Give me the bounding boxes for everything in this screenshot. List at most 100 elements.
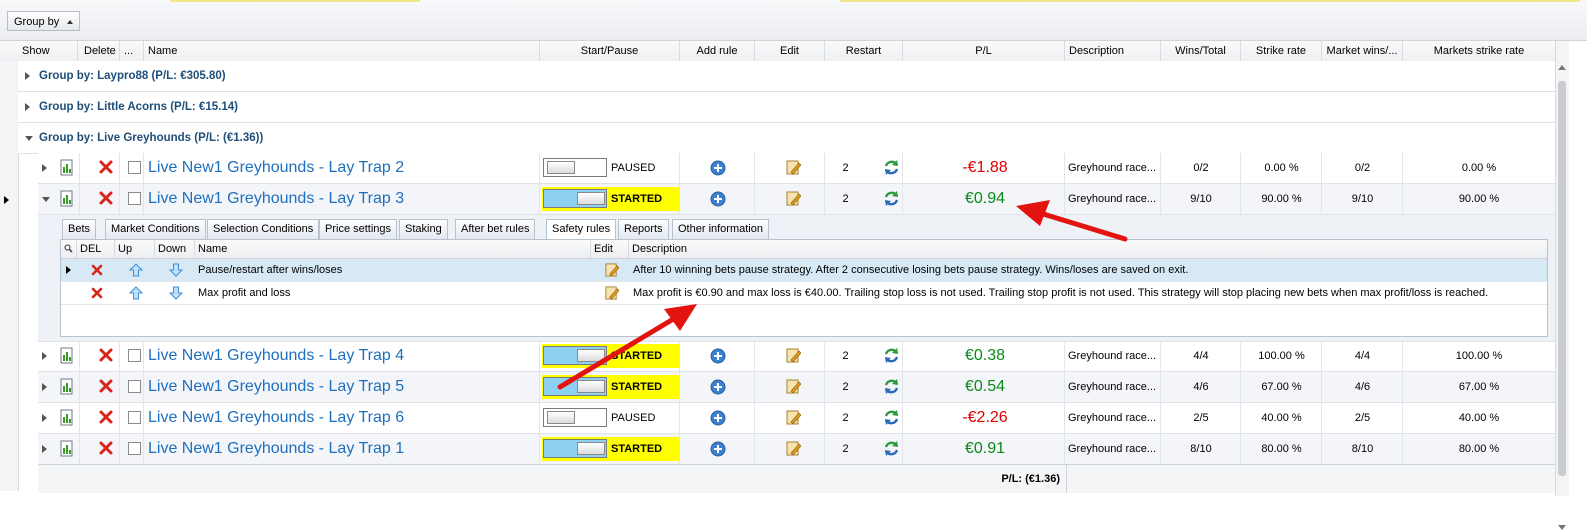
col-show[interactable]: Show [18,41,78,61]
refresh-icon[interactable] [883,409,900,426]
col-description[interactable]: Description [1065,41,1161,61]
edit-pencil-icon[interactable] [604,262,619,278]
tab-safety-rules[interactable]: Safety rules [546,219,617,240]
table-row[interactable]: Live New1 Greyhounds - Lay Trap 2 PAUSED… [38,153,1555,184]
strategy-name-link[interactable]: Live New1 Greyhounds - Lay Trap 1 [148,434,404,464]
col-edit[interactable]: Edit [755,41,825,61]
group-row[interactable]: Group by: Live Greyhounds (P/L: (€1.36)) [18,123,1555,154]
refresh-icon[interactable] [883,347,900,364]
row-checkbox[interactable] [128,349,141,362]
rule-row[interactable]: Max profit and loss Max profit is €0.90 … [61,282,1547,305]
arrow-up-icon[interactable] [129,263,143,277]
report-icon[interactable] [59,378,74,395]
refresh-icon[interactable] [883,440,900,457]
group-row[interactable]: Group by: Little Acorns (P/L: €15.14) [18,92,1555,123]
col-more[interactable]: ... [120,41,144,61]
arrow-down-icon[interactable] [169,263,183,277]
start-pause-toggle[interactable]: STARTED [542,187,680,211]
col-wins-total[interactable]: Wins/Total [1161,41,1241,61]
col-name[interactable]: Name [144,41,540,61]
add-rule-plus-icon[interactable] [710,379,726,395]
edit-pencil-icon[interactable] [785,409,801,426]
col-pl[interactable]: P/L [903,41,1065,61]
toggle-track[interactable] [543,158,607,177]
col-delete[interactable]: Delete [80,41,120,61]
delete-x-icon[interactable] [98,190,114,206]
expand-icon[interactable] [42,164,47,172]
col-up[interactable]: Up [115,240,155,258]
refresh-icon[interactable] [883,378,900,395]
toggle-knob[interactable] [577,349,605,362]
report-icon[interactable] [59,347,74,364]
arrow-down-icon[interactable] [169,286,183,300]
start-pause-toggle[interactable]: STARTED [542,375,680,399]
report-icon[interactable] [59,190,74,207]
expand-icon[interactable] [42,383,47,391]
edit-pencil-icon[interactable] [604,285,619,301]
row-checkbox[interactable] [128,161,141,174]
delete-x-icon[interactable] [98,409,114,425]
delete-x-icon[interactable] [98,440,114,456]
tab-after-bet-rules[interactable]: After bet rules [455,219,536,239]
add-rule-plus-icon[interactable] [710,160,726,176]
tab-reports[interactable]: Reports [618,219,669,239]
strategy-name-link[interactable]: Live New1 Greyhounds - Lay Trap 4 [148,341,404,371]
start-pause-toggle[interactable]: STARTED [542,344,680,368]
expand-icon[interactable] [25,72,30,80]
start-pause-toggle[interactable]: STARTED [542,437,680,461]
expand-icon[interactable] [42,445,47,453]
group-row[interactable]: Group by: Laypro88 (P/L: €305.80) [18,61,1555,92]
report-icon[interactable] [59,440,74,457]
row-checkbox[interactable] [128,380,141,393]
toggle-knob[interactable] [577,192,605,205]
delete-x-icon[interactable] [90,263,104,277]
edit-pencil-icon[interactable] [785,190,801,207]
col-market-wins[interactable]: Market wins/... [1322,41,1403,61]
expand-icon[interactable] [25,103,30,111]
row-checkbox[interactable] [128,192,141,205]
delete-x-icon[interactable] [98,378,114,394]
toggle-knob[interactable] [577,442,605,455]
col-strike-rate[interactable]: Strike rate [1241,41,1322,61]
add-rule-plus-icon[interactable] [710,191,726,207]
group-by-button[interactable]: Group by [7,11,81,31]
toggle-track[interactable] [543,189,607,208]
tab-selection-conditions[interactable]: Selection Conditions [207,219,320,239]
edit-pencil-icon[interactable] [785,378,801,395]
report-icon[interactable] [59,159,74,176]
col-restart[interactable]: Restart [825,41,903,61]
col-markets-strike-rate[interactable]: Markets strike rate [1403,41,1555,61]
row-checkbox[interactable] [128,411,141,424]
collapse-icon[interactable] [42,197,50,202]
col-del[interactable]: DEL [77,240,115,258]
strategy-name-link[interactable]: Live New1 Greyhounds - Lay Trap 3 [148,184,404,214]
refresh-icon[interactable] [883,190,900,207]
add-rule-plus-icon[interactable] [710,441,726,457]
add-rule-plus-icon[interactable] [710,348,726,364]
edit-pencil-icon[interactable] [785,347,801,364]
add-rule-plus-icon[interactable] [710,410,726,426]
search-icon[interactable] [61,240,77,258]
toggle-track[interactable] [543,377,607,396]
tab-staking[interactable]: Staking [399,219,448,239]
table-row[interactable]: Live New1 Greyhounds - Lay Trap 4 STARTE… [38,341,1555,372]
edit-pencil-icon[interactable] [785,159,801,176]
toggle-knob[interactable] [547,161,575,174]
toggle-track[interactable] [543,346,607,365]
delete-x-icon[interactable] [90,286,104,300]
start-pause-toggle[interactable]: PAUSED [542,406,680,430]
toggle-knob[interactable] [577,380,605,393]
table-row[interactable]: Live New1 Greyhounds - Lay Trap 5 STARTE… [38,372,1555,403]
vertical-scrollbar[interactable] [1555,41,1569,530]
strategy-name-link[interactable]: Live New1 Greyhounds - Lay Trap 5 [148,372,404,402]
col-add-rule[interactable]: Add rule [680,41,755,61]
collapse-icon[interactable] [25,136,33,141]
start-pause-toggle[interactable]: PAUSED [542,156,680,180]
tab-price-settings[interactable]: Price settings [319,219,398,239]
scroll-down-icon[interactable] [1558,525,1566,530]
report-icon[interactable] [59,409,74,426]
strategy-name-link[interactable]: Live New1 Greyhounds - Lay Trap 6 [148,403,404,433]
scroll-thumb[interactable] [1558,81,1566,476]
toggle-track[interactable] [543,439,607,458]
strategy-name-link[interactable]: Live New1 Greyhounds - Lay Trap 2 [148,153,404,183]
